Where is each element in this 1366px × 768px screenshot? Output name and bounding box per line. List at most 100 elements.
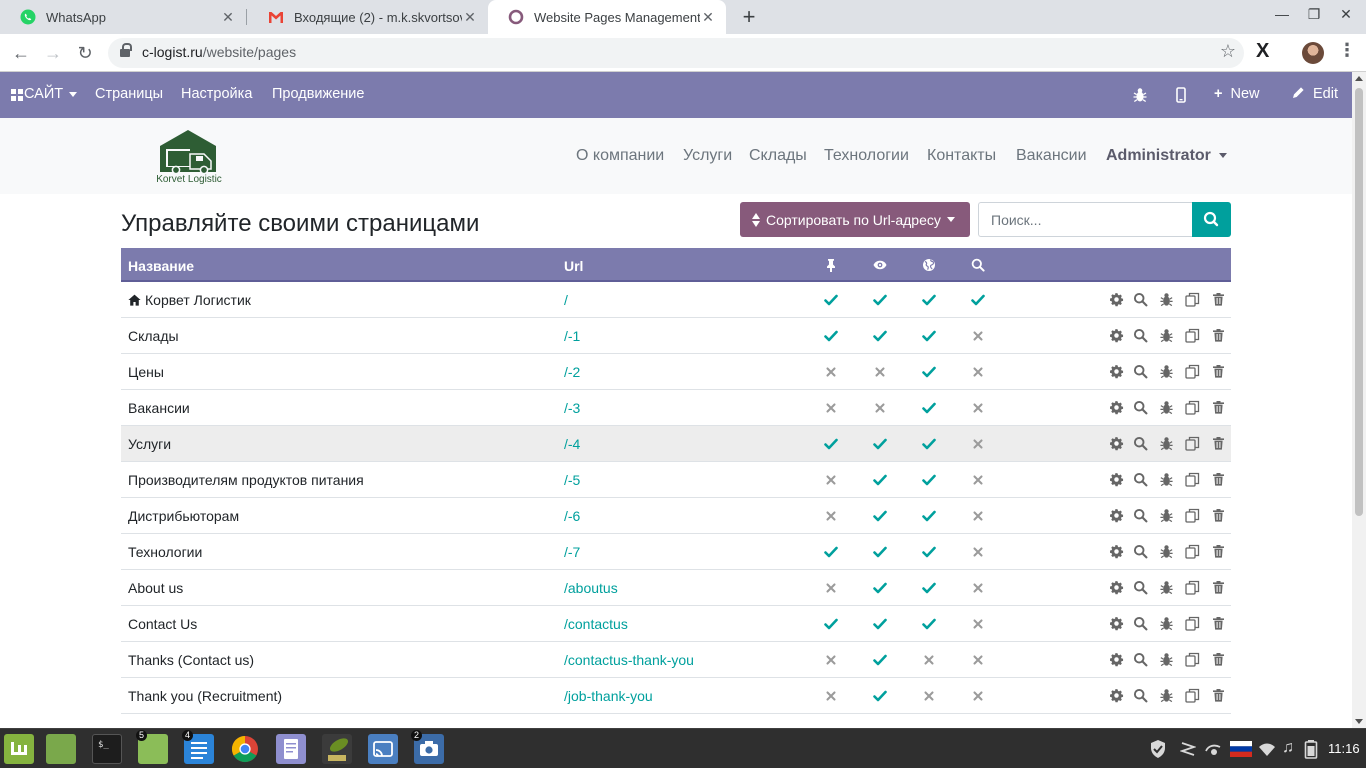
debug-bug-icon[interactable] (1133, 87, 1147, 106)
delete-page-trash-icon[interactable] (1211, 580, 1226, 595)
debug-bug-icon[interactable] (1159, 292, 1174, 307)
document-viewer-icon[interactable] (276, 734, 306, 764)
page-properties-gear-icon[interactable] (1109, 508, 1124, 523)
edit-button[interactable]: Edit (1292, 86, 1338, 102)
view-page-search-icon[interactable] (1133, 580, 1148, 595)
clone-page-icon[interactable] (1185, 292, 1200, 307)
minimize-icon[interactable]: — (1272, 6, 1292, 22)
view-page-search-icon[interactable] (1133, 400, 1148, 415)
delete-page-trash-icon[interactable] (1211, 508, 1226, 523)
page-properties-gear-icon[interactable] (1109, 436, 1124, 451)
close-tab-icon[interactable]: ✕ (700, 9, 716, 26)
nav-technologies[interactable]: Технологии (824, 147, 909, 165)
mobile-preview-icon[interactable] (1176, 87, 1186, 106)
page-properties-gear-icon[interactable] (1109, 292, 1124, 307)
nav-services[interactable]: Услуги (683, 147, 732, 165)
nav-warehouses[interactable]: Склады (749, 147, 807, 165)
clone-page-icon[interactable] (1185, 436, 1200, 451)
view-page-search-icon[interactable] (1133, 616, 1148, 631)
view-page-search-icon[interactable] (1133, 472, 1148, 487)
vpn-icon[interactable] (1204, 739, 1224, 759)
cast-icon[interactable] (368, 734, 398, 764)
clone-page-icon[interactable] (1185, 544, 1200, 559)
scroll-down-arrow[interactable] (1355, 719, 1363, 724)
apps-grid-icon[interactable] (11, 89, 23, 101)
view-page-search-icon[interactable] (1133, 328, 1148, 343)
debug-bug-icon[interactable] (1159, 616, 1174, 631)
back-icon[interactable]: ← (8, 40, 34, 66)
view-page-search-icon[interactable] (1133, 688, 1148, 703)
search-button[interactable] (1192, 202, 1231, 237)
sort-dropdown-button[interactable]: Сортировать по Url-адресу (740, 202, 970, 237)
clone-page-icon[interactable] (1185, 472, 1200, 487)
forward-icon[interactable]: → (40, 40, 66, 66)
network-manager-icon[interactable] (1179, 739, 1197, 759)
page-properties-gear-icon[interactable] (1109, 544, 1124, 559)
delete-page-trash-icon[interactable] (1211, 292, 1226, 307)
clock[interactable]: 11:16 (1328, 741, 1360, 756)
nav-contacts[interactable]: Контакты (927, 147, 996, 165)
reload-icon[interactable]: ↻ (72, 40, 98, 66)
bookmark-star-icon[interactable]: ☆ (1220, 41, 1236, 62)
page-properties-gear-icon[interactable] (1109, 616, 1124, 631)
user-menu[interactable]: Administrator (1106, 147, 1227, 165)
restore-icon[interactable]: ❐ (1304, 6, 1324, 23)
close-tab-icon[interactable]: ✕ (220, 9, 236, 26)
page-url-link[interactable]: /-3 (564, 400, 580, 416)
clone-page-icon[interactable] (1185, 580, 1200, 595)
page-url-link[interactable]: /contactus (564, 616, 628, 632)
view-page-search-icon[interactable] (1133, 364, 1148, 379)
nav-about[interactable]: О компании (576, 147, 664, 165)
page-url-link[interactable]: /-4 (564, 436, 580, 452)
clone-page-icon[interactable] (1185, 508, 1200, 523)
view-page-search-icon[interactable] (1133, 652, 1148, 667)
search-input[interactable] (978, 202, 1193, 237)
scroll-up-arrow[interactable] (1355, 76, 1363, 81)
debug-bug-icon[interactable] (1159, 508, 1174, 523)
clone-page-icon[interactable] (1185, 400, 1200, 415)
debug-bug-icon[interactable] (1159, 400, 1174, 415)
browser-menu-icon[interactable]: ⋮ (1338, 40, 1356, 61)
extension-x-icon[interactable]: X (1256, 40, 1269, 63)
tab-website-pages[interactable]: Website Pages Management | ✕ (488, 0, 726, 34)
delete-page-trash-icon[interactable] (1211, 472, 1226, 487)
close-tab-icon[interactable]: ✕ (462, 9, 478, 26)
delete-page-trash-icon[interactable] (1211, 364, 1226, 379)
page-properties-gear-icon[interactable] (1109, 328, 1124, 343)
delete-page-trash-icon[interactable] (1211, 688, 1226, 703)
page-scrollbar[interactable] (1352, 72, 1366, 728)
tab-gmail[interactable]: Входящие (2) - m.k.skvortsov@ ✕ (248, 0, 488, 34)
chrome-icon[interactable] (230, 734, 260, 764)
delete-page-trash-icon[interactable] (1211, 400, 1226, 415)
address-bar[interactable]: c-logist.ru/website/pages ☆ (108, 38, 1244, 68)
col-url-header[interactable]: Url (564, 258, 583, 274)
nav-vacancies[interactable]: Вакансии (1016, 147, 1087, 165)
eric-ide-icon[interactable] (322, 734, 352, 764)
menu-settings[interactable]: Настройка (181, 86, 252, 102)
page-url-link[interactable]: /aboutus (564, 580, 618, 596)
app-menu-dropdown[interactable]: САЙТ (24, 86, 78, 102)
debug-bug-icon[interactable] (1159, 652, 1174, 667)
debug-bug-icon[interactable] (1159, 544, 1174, 559)
page-properties-gear-icon[interactable] (1109, 364, 1124, 379)
delete-page-trash-icon[interactable] (1211, 436, 1226, 451)
shield-icon[interactable] (1148, 739, 1168, 759)
debug-bug-icon[interactable] (1159, 580, 1174, 595)
sound-icon[interactable]: ♫ (1282, 739, 1294, 759)
page-url-link[interactable]: /job-thank-you (564, 688, 653, 704)
page-url-link[interactable]: /contactus-thank-you (564, 652, 694, 668)
debug-bug-icon[interactable] (1159, 436, 1174, 451)
clone-page-icon[interactable] (1185, 688, 1200, 703)
wifi-icon[interactable] (1258, 739, 1276, 759)
page-properties-gear-icon[interactable] (1109, 472, 1124, 487)
debug-bug-icon[interactable] (1159, 688, 1174, 703)
clone-page-icon[interactable] (1185, 616, 1200, 631)
keyboard-layout-flag-icon[interactable] (1230, 739, 1252, 759)
page-properties-gear-icon[interactable] (1109, 580, 1124, 595)
delete-page-trash-icon[interactable] (1211, 616, 1226, 631)
page-properties-gear-icon[interactable] (1109, 400, 1124, 415)
debug-bug-icon[interactable] (1159, 328, 1174, 343)
page-url-link[interactable]: /-1 (564, 328, 580, 344)
page-url-link[interactable]: / (564, 292, 568, 308)
scroll-thumb[interactable] (1355, 88, 1363, 516)
